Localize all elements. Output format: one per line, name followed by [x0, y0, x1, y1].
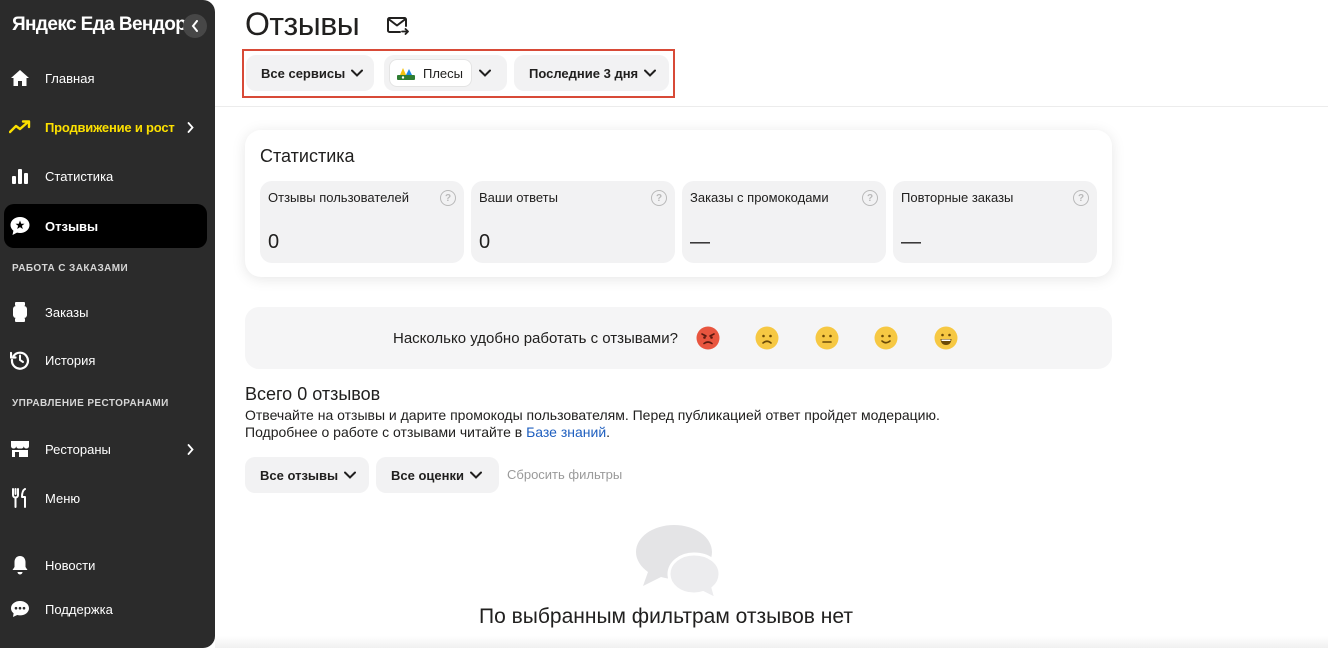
services-filter-label: Все сервисы: [261, 65, 346, 81]
reviews-total-title: Всего 0 отзывов: [245, 384, 381, 404]
sidebar-item-restaurants[interactable]: Рестораны: [0, 427, 215, 471]
sidebar-item-label: Рестораны: [45, 441, 111, 457]
stat-value: —: [690, 231, 710, 253]
store-icon: [9, 438, 31, 460]
help-icon[interactable]: ?: [862, 190, 878, 206]
sidebar-item-label: Поддержка: [45, 601, 113, 617]
chevron-right-icon: [184, 443, 196, 455]
statistics-title: Статистика: [260, 146, 355, 166]
history-icon: [9, 349, 31, 371]
neutral-face-icon[interactable]: [815, 326, 839, 350]
angry-face-icon[interactable]: [696, 326, 720, 350]
reviews-knowledge-note: Подробнее о работе с отзывами читайте в …: [245, 424, 610, 440]
statistics-card: Статистика Отзывы пользователей ? 0 Ваши…: [245, 130, 1112, 277]
bar-chart-icon: [9, 165, 31, 187]
sidebar: Яндекс Еда Вендор Главная Продвижение и …: [0, 0, 215, 648]
sidebar-item-reviews[interactable]: Отзывы: [4, 204, 207, 248]
restaurant-filter-label: Плесы: [423, 65, 464, 81]
stat-tile-user-reviews: Отзывы пользователей ? 0: [260, 181, 464, 263]
stat-label: Повторные заказы: [901, 190, 1014, 205]
all-ratings-filter-dropdown[interactable]: Все оценки: [376, 457, 499, 493]
help-icon[interactable]: ?: [440, 190, 456, 206]
sidebar-item-menu[interactable]: Меню: [0, 476, 215, 520]
chevron-down-icon: [644, 69, 657, 77]
help-icon[interactable]: ?: [1073, 190, 1089, 206]
sidebar-item-stats[interactable]: Статистика: [0, 154, 215, 198]
stat-value: 0: [268, 231, 280, 253]
brand-logo[interactable]: Яндекс Еда Вендор: [12, 14, 187, 36]
stat-tile-your-answers: Ваши ответы ? 0: [471, 181, 675, 263]
sidebar-item-label: Новости: [45, 557, 96, 573]
knowledge-note-text: Подробнее о работе с отзывами читайте в: [245, 424, 527, 440]
review-bubble-icon: [9, 215, 31, 237]
reviews-description: Отвечайте на отзывы и дарите промокоды п…: [245, 407, 940, 423]
sidebar-item-label: Главная: [45, 70, 95, 86]
fork-knife-icon: [9, 487, 31, 509]
stat-value: 0: [479, 231, 491, 253]
chevron-down-icon: [479, 69, 491, 77]
bell-icon: [9, 554, 31, 576]
sidebar-item-label: Меню: [45, 490, 81, 506]
header-divider: [215, 106, 1328, 107]
frowning-face-icon[interactable]: [755, 326, 779, 350]
sidebar-item-support[interactable]: Поддержка: [0, 587, 215, 631]
restaurant-logo-icon: [397, 66, 415, 80]
chevron-down-icon: [351, 69, 364, 77]
chevron-left-icon: [191, 20, 198, 32]
survey-question: Насколько удобно работать с отзывами?: [393, 330, 678, 347]
sidebar-item-label: История: [45, 352, 96, 368]
sidebar-item-home[interactable]: Главная: [0, 56, 215, 100]
stat-tile-repeat-orders: Повторные заказы ? —: [893, 181, 1097, 263]
chevron-down-icon: [469, 471, 482, 479]
period-filter-dropdown[interactable]: Последние 3 дня: [514, 55, 669, 91]
period-filter-label: Последние 3 дня: [529, 65, 639, 81]
empty-state-message: По выбранным фильтрам отзывов нет: [479, 605, 853, 628]
sidebar-item-label: Статистика: [45, 168, 114, 184]
stat-tile-promo-orders: Заказы с промокодами ? —: [682, 181, 886, 263]
reset-filters-button[interactable]: Сбросить фильтры: [507, 467, 622, 482]
page-title: Отзывы: [245, 6, 360, 42]
sidebar-item-news[interactable]: Новости: [0, 543, 215, 587]
sidebar-item-orders[interactable]: Заказы: [0, 290, 215, 334]
knowledge-note-period: .: [606, 424, 611, 440]
sidebar-item-label: Заказы: [45, 304, 89, 320]
grinning-face-icon[interactable]: [934, 326, 958, 350]
sidebar-item-label: Отзывы: [45, 218, 99, 234]
section-title-orders: РАБОТА С ЗАКАЗАМИ: [12, 263, 129, 274]
restaurant-filter-dropdown[interactable]: Плесы: [384, 55, 507, 91]
sidebar-item-history[interactable]: История: [0, 338, 215, 382]
knowledge-base-link[interactable]: Базе знаний: [526, 424, 606, 440]
chat-icon: [9, 598, 31, 620]
trend-up-icon: [9, 116, 31, 138]
stat-label: Отзывы пользователей: [268, 190, 410, 205]
all-ratings-filter-label: Все оценки: [391, 467, 464, 483]
slightly-smiling-face-icon[interactable]: [874, 326, 898, 350]
sidebar-collapse-button[interactable]: [183, 14, 207, 38]
services-filter-dropdown[interactable]: Все сервисы: [246, 55, 374, 91]
restaurant-chip[interactable]: Плесы: [389, 59, 472, 87]
app-root: Яндекс Еда Вендор Главная Продвижение и …: [0, 0, 1328, 648]
all-reviews-filter-dropdown[interactable]: Все отзывы: [245, 457, 369, 493]
bottom-fade: [215, 636, 1328, 648]
chevron-down-icon: [344, 471, 357, 479]
chevron-right-icon: [184, 121, 196, 133]
stat-value: —: [901, 231, 921, 253]
all-reviews-filter-label: Все отзывы: [260, 467, 339, 483]
sidebar-item-label: Продвижение и рост: [45, 119, 175, 135]
feedback-survey: Насколько удобно работать с отзывами?: [245, 307, 1112, 369]
home-icon: [9, 67, 31, 89]
sidebar-item-promo[interactable]: Продвижение и рост: [0, 105, 215, 149]
mail-forward-icon[interactable]: [387, 16, 409, 36]
help-icon[interactable]: ?: [651, 190, 667, 206]
stat-label: Ваши ответы: [479, 190, 558, 205]
section-title-restaurants: УПРАВЛЕНИЕ РЕСТОРАНАМИ: [12, 398, 169, 409]
empty-chat-bubbles-icon: [636, 525, 722, 602]
stat-label: Заказы с промокодами: [690, 190, 829, 205]
watch-icon: [9, 301, 31, 323]
